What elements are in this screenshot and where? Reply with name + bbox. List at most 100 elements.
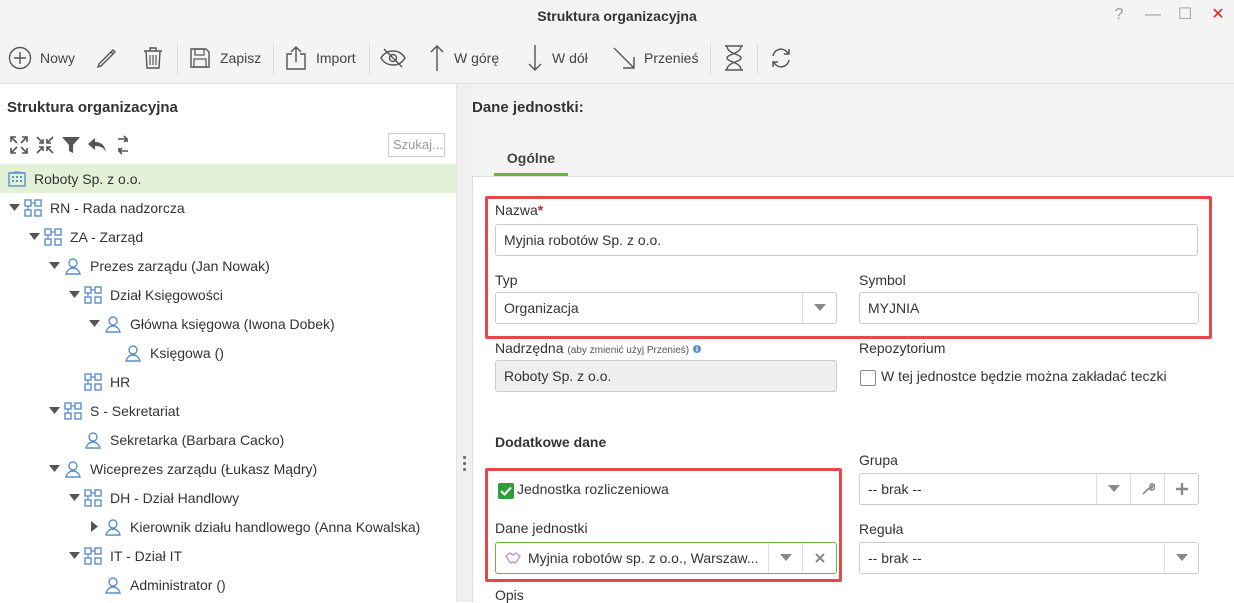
new-button[interactable]: Nowy xyxy=(8,32,75,84)
tree-node-kierownik-dzialu-handlowego-anna-kowalska[interactable]: Kierownik działu handlowego (Anna Kowals… xyxy=(88,512,420,541)
maximize-button[interactable]: ☐ xyxy=(1174,4,1196,26)
org-unit-icon xyxy=(84,546,102,565)
tab-general[interactable]: Ogólne xyxy=(494,140,568,176)
upload-icon xyxy=(286,46,306,70)
hide-button[interactable] xyxy=(379,32,407,84)
plus-icon[interactable] xyxy=(1164,474,1198,504)
delete-button[interactable] xyxy=(142,32,164,84)
tree-toggle-icon[interactable] xyxy=(48,405,60,417)
details-form: Nazwa* Myjnia robotów Sp. z o.o. Typ Org… xyxy=(472,176,1234,603)
tree-toggle-icon[interactable] xyxy=(68,289,80,301)
tree-node-label: DH - Dział Handlowy xyxy=(110,489,240,506)
tree-node-ksiegowa[interactable]: Księgowa () xyxy=(108,338,224,367)
tree-node-hr[interactable]: HR xyxy=(68,367,130,396)
tree-toggle-icon[interactable] xyxy=(68,550,80,562)
help-button[interactable]: ? xyxy=(1108,4,1130,26)
tree-node-roboty-sp-z-o-o[interactable]: Roboty Sp. z o.o. xyxy=(0,164,456,193)
panel-splitter[interactable] xyxy=(456,84,472,602)
window-title: Struktura organizacyjna xyxy=(537,8,697,24)
refresh-icon xyxy=(772,48,790,68)
save-button[interactable]: Zapisz xyxy=(188,32,261,84)
person-icon xyxy=(64,257,82,275)
undo-icon[interactable] xyxy=(86,134,108,156)
tree-node-za-zarzad[interactable]: ZA - Zarząd xyxy=(28,222,143,251)
tree-node-label: Księgowa () xyxy=(150,344,224,361)
tree-node-glowna-ksiegowa-iwona-dobek[interactable]: Główna księgowa (Iwona Dobek) xyxy=(88,309,335,338)
details-title: Dane jednostki: xyxy=(472,99,584,116)
tree-node-sekretarka-barbara-cacko[interactable]: Sekretarka (Barbara Cacko) xyxy=(68,425,284,454)
chevron-down-icon[interactable] xyxy=(1164,543,1198,573)
tree-node-it-dzial-it[interactable]: IT - Dział IT xyxy=(68,541,182,570)
org-unit-icon xyxy=(84,285,102,304)
sync-icon[interactable] xyxy=(112,134,134,156)
highlight-box xyxy=(485,196,1212,339)
tree-toggle-icon[interactable] xyxy=(88,521,100,533)
tree-node-label: Główna księgowa (Iwona Dobek) xyxy=(130,315,335,332)
group-label: Grupa xyxy=(859,452,898,468)
wrench-icon[interactable] xyxy=(1130,474,1164,504)
minimize-button[interactable]: — xyxy=(1142,4,1164,26)
close-button[interactable]: ✕ xyxy=(1207,4,1229,26)
tree-node-dh-dzial-handlowy[interactable]: DH - Dział Handlowy xyxy=(68,483,239,512)
tree-toggle-icon[interactable] xyxy=(88,318,100,330)
tree-toggle-icon xyxy=(68,434,80,446)
rule-select[interactable]: -- brak -- xyxy=(859,542,1199,574)
tree-node-s-sekretariat[interactable]: S - Sekretariat xyxy=(48,396,179,425)
edit-button[interactable] xyxy=(95,32,119,84)
import-button[interactable]: Import xyxy=(284,32,356,84)
collapse-toggle-icon xyxy=(88,320,100,327)
tree-node-label: S - Sekretariat xyxy=(90,402,180,419)
tree-toggle-icon xyxy=(108,347,120,359)
save-button-label: Zapisz xyxy=(220,50,262,66)
tree-search-input[interactable]: Szukaj... xyxy=(388,133,445,157)
tree-toggle-icon[interactable] xyxy=(48,463,60,475)
person-icon xyxy=(64,460,82,478)
tree-toggle-icon[interactable] xyxy=(68,492,80,504)
move-down-button[interactable]: W dół xyxy=(526,32,588,84)
toolbar: Nowy Zapisz Import W górę W dół Przenieś xyxy=(0,32,1234,84)
tree-node-label: RN - Rada nadzorcza xyxy=(50,199,185,216)
tree-node-wiceprezes-zarzadu-lukasz-madry[interactable]: Wiceprezes zarządu (Łukasz Mądry) xyxy=(48,454,317,483)
tree-node-rn-rada-nadzorcza[interactable]: RN - Rada nadzorcza xyxy=(8,193,185,222)
collapse-all-icon[interactable] xyxy=(34,134,56,156)
pencil-icon xyxy=(96,49,116,69)
org-unit-icon xyxy=(64,401,82,420)
history-button[interactable] xyxy=(723,32,745,84)
person-icon xyxy=(104,315,122,333)
tree-toggle-icon[interactable] xyxy=(28,231,40,243)
collapse-toggle-icon xyxy=(28,233,40,240)
tree-node-label: Kierownik działu handlowego (Anna Kowals… xyxy=(130,518,421,535)
tree-node-label: Dział Księgowości xyxy=(110,286,223,303)
parent-field: Roboty Sp. z o.o. xyxy=(495,360,837,392)
extra-data-heading: Dodatkowe dane xyxy=(495,434,607,450)
collapse-toggle-icon xyxy=(48,262,60,269)
filter-icon[interactable] xyxy=(60,134,82,156)
tree-toggle-icon[interactable] xyxy=(48,260,60,272)
trash-icon xyxy=(144,47,162,69)
tree-node-prezes-zarzadu-jan-nowak[interactable]: Prezes zarządu (Jan Nowak) xyxy=(48,251,270,280)
details-panel: Dane jednostki: Ogólne Nazwa* Myjnia rob… xyxy=(472,84,1234,603)
rule-select-value: -- brak -- xyxy=(868,550,922,566)
splitter-grip-icon[interactable] xyxy=(463,456,467,474)
repository-checkbox[interactable] xyxy=(860,370,876,386)
tree-node-dzial-ksiegowosci[interactable]: Dział Księgowości xyxy=(68,280,223,309)
chevron-down-icon[interactable] xyxy=(1096,474,1130,504)
move-button-label: Przenieś xyxy=(644,50,699,66)
eye-off-icon xyxy=(380,48,406,68)
tree-node-administrator[interactable]: Administrator () xyxy=(88,570,226,599)
move-up-button-label: W górę xyxy=(454,50,500,66)
parent-label: Nadrzędna (aby zmienić użyj Przenieś) xyxy=(495,340,701,356)
org-unit-icon xyxy=(44,227,62,246)
move-button[interactable]: Przenieś xyxy=(612,32,698,84)
tree-node-label: IT - Dział IT xyxy=(110,547,183,564)
arrow-up-icon xyxy=(430,45,444,71)
group-select[interactable]: -- brak -- xyxy=(859,473,1199,505)
refresh-button[interactable] xyxy=(769,32,793,84)
group-select-value: -- brak -- xyxy=(868,481,922,497)
tree-toggle-icon[interactable] xyxy=(8,202,20,214)
move-up-button[interactable]: W górę xyxy=(428,32,499,84)
tree-toggle-icon xyxy=(88,579,100,591)
move-down-button-label: W dół xyxy=(552,50,588,66)
expand-all-icon[interactable] xyxy=(8,134,30,156)
collapse-toggle-icon xyxy=(48,407,60,414)
